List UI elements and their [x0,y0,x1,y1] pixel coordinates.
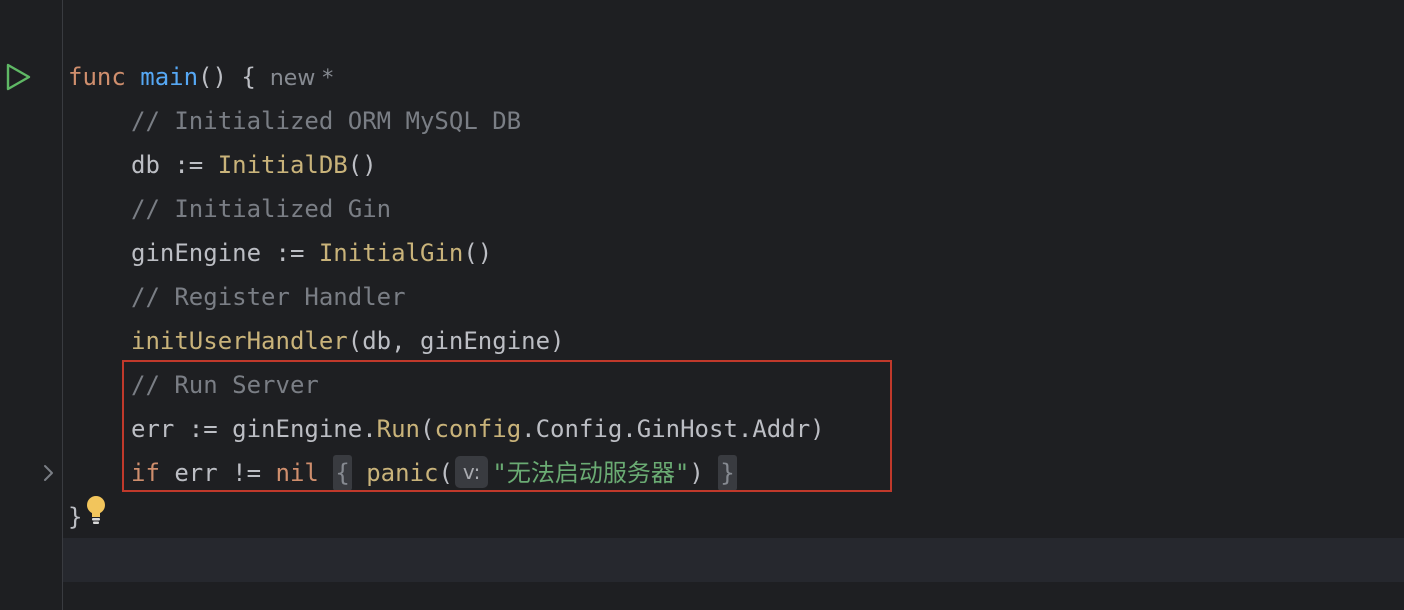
func-signature-rest: () { [198,63,256,91]
code-line-run-server[interactable]: err := ginEngine.Run(config.Config.GinHo… [68,407,825,451]
assignment: err := ginEngine. [131,415,377,443]
condition: err != [159,459,276,487]
call-arguments: (db, ginEngine) [347,327,565,355]
comment: // Initialized ORM MySQL DB [131,107,522,135]
code-line-initial-db[interactable]: db := InitialDB() [68,143,377,187]
code-line-comment-run[interactable]: // Run Server [68,363,319,407]
call-panic[interactable]: panic [366,459,438,487]
assignment: db := [131,151,218,179]
keyword-nil: nil [275,459,319,487]
code-editor[interactable]: } func main() {new * // Initialized ORM … [0,0,1404,610]
call-initialgin[interactable]: InitialGin [319,239,464,267]
selector-chain: .Config.GinHost.Addr) [521,415,825,443]
close-paren: ) [689,459,704,487]
keyword-func: func [68,63,126,91]
chevron-right-icon[interactable] [40,462,58,484]
assignment: ginEngine := [131,239,319,267]
call-initialdb[interactable]: InitialDB [218,151,348,179]
package-config[interactable]: config [434,415,521,443]
comment: // Initialized Gin [131,195,392,223]
keyword-if: if [131,459,160,487]
lightbulb-icon[interactable] [84,494,108,526]
call-parens: () [463,239,493,267]
code-line-comment-handler[interactable]: // Register Handler [68,275,406,319]
vcs-hint-new[interactable]: new * [270,66,333,91]
code-line-comment-orm[interactable]: // Initialized ORM MySQL DB [68,99,521,143]
string-literal: "无法启动服务器" [492,459,690,487]
parameter-hint: v: [454,456,489,488]
function-name-main[interactable]: main [140,63,198,91]
code-line-closing-brace[interactable]: } [68,495,82,539]
closing-brace: } [68,503,83,531]
folded-brace-close[interactable]: } [718,455,737,491]
folded-brace-open[interactable]: { [333,455,352,491]
comment: // Register Handler [131,283,406,311]
call-inituserhandler[interactable]: initUserHandler [131,327,348,355]
code-line-if-err[interactable]: if err != nil { panic(v: "无法启动服务器") } [68,451,737,495]
open-paren: ( [420,415,435,443]
call-run[interactable]: Run [377,415,420,443]
code-line-comment-gin[interactable]: // Initialized Gin [68,187,391,231]
previous-closing-brace: } [68,0,82,8]
call-parens: () [347,151,377,179]
open-paren: ( [438,459,453,487]
comment: // Run Server [131,371,319,399]
code-line-init-user-handler[interactable]: initUserHandler(db, ginEngine) [68,319,565,363]
run-gutter-icon[interactable] [4,62,32,92]
code-line-func-main[interactable]: func main() { new * [68,55,333,99]
code-line-initial-gin[interactable]: ginEngine := InitialGin() [68,231,492,275]
